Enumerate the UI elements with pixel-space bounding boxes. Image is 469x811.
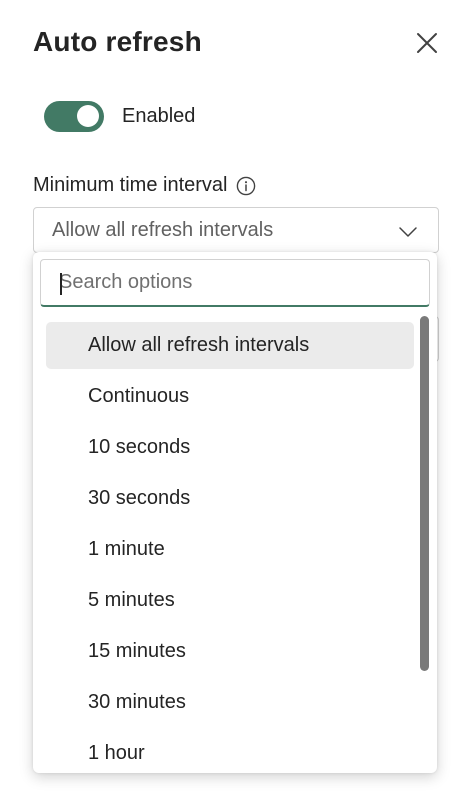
info-icon[interactable] (236, 176, 256, 196)
option-1-minute[interactable]: 1 minute (46, 526, 414, 573)
chevron-down-icon (399, 227, 417, 237)
option-allow-all[interactable]: Allow all refresh intervals (46, 322, 414, 369)
search-options-box[interactable] (40, 259, 430, 307)
search-options-input[interactable] (41, 260, 429, 305)
close-button[interactable] (411, 27, 443, 59)
option-30-minutes[interactable]: 30 minutes (46, 679, 414, 726)
text-caret (60, 273, 62, 295)
option-continuous[interactable]: Continuous (46, 373, 414, 420)
panel-title: Auto refresh (33, 26, 202, 57)
option-1-hour[interactable]: 1 hour (46, 730, 414, 773)
enabled-toggle[interactable] (44, 100, 104, 132)
options-scrollbar[interactable] (420, 316, 429, 671)
options-list: Allow all refresh intervals Continuous 1… (46, 322, 414, 773)
interval-label-row: Minimum time interval (33, 174, 256, 197)
close-icon (417, 33, 437, 53)
option-10-seconds[interactable]: 10 seconds (46, 424, 414, 471)
auto-refresh-panel: Auto refresh Enabled Minimum time interv… (0, 0, 469, 811)
option-5-minutes[interactable]: 5 minutes (46, 577, 414, 624)
option-15-minutes[interactable]: 15 minutes (46, 628, 414, 675)
interval-options-popup: Allow all refresh intervals Continuous 1… (33, 252, 437, 773)
toggle-knob (77, 105, 99, 127)
interval-label: Minimum time interval (33, 174, 228, 196)
interval-dropdown-value: Allow all refresh intervals (52, 218, 274, 241)
option-30-seconds[interactable]: 30 seconds (46, 475, 414, 522)
enabled-toggle-row: Enabled (44, 100, 195, 132)
enabled-label: Enabled (122, 104, 196, 127)
interval-dropdown[interactable]: Allow all refresh intervals (33, 207, 439, 253)
